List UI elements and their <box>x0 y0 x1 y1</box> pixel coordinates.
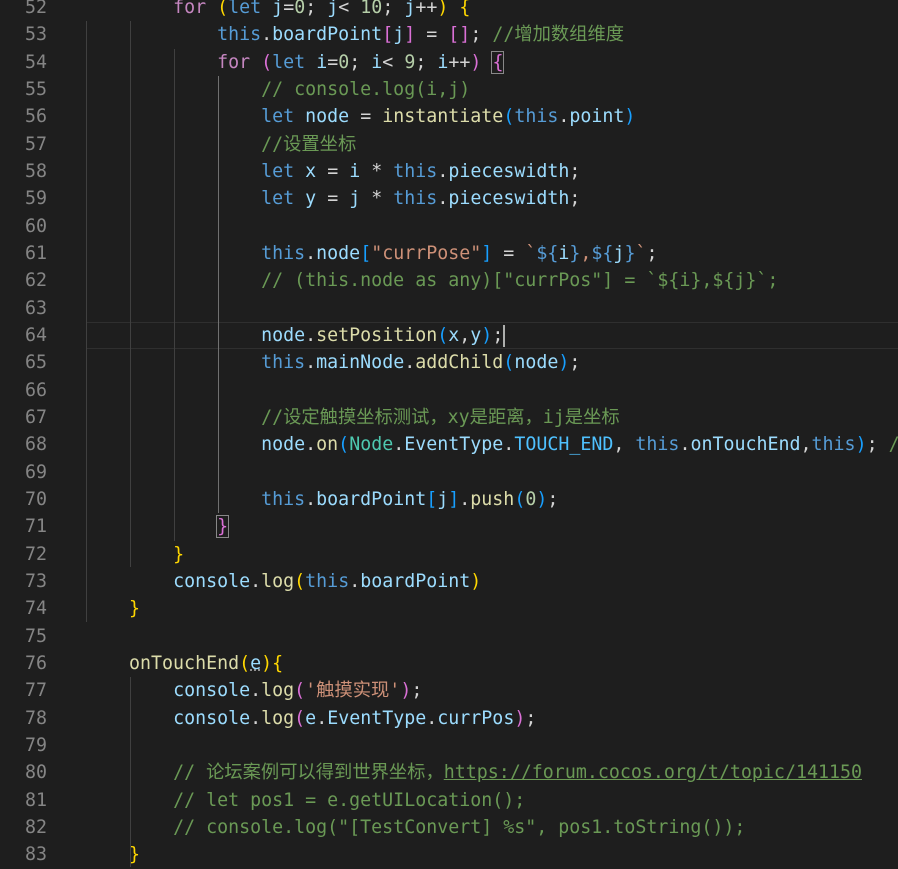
code-line[interactable]: 82 // console.log("[TestConvert] %s", po… <box>0 814 898 841</box>
code-line[interactable]: 75 <box>0 623 898 650</box>
code-line[interactable]: 55 // console.log(i,j) <box>0 76 898 103</box>
code-line[interactable]: 70 this.boardPoint[j].push(0); <box>0 486 898 513</box>
code-line[interactable]: 73 console.log(this.boardPoint) <box>0 568 898 595</box>
code-text[interactable]: console.log('触摸实现'); <box>85 677 422 704</box>
code-text[interactable]: let node = instantiate(this.point) <box>85 103 635 130</box>
code-text[interactable]: // console.log(i,j) <box>85 76 470 103</box>
line-number: 63 <box>24 297 47 319</box>
code-line[interactable]: 59 let y = j * this.pieceswidth; <box>0 185 898 212</box>
line-number: 73 <box>24 570 47 592</box>
code-line[interactable]: 79 <box>0 732 898 759</box>
code-line[interactable]: 61 this.node["currPose"] = `${i},${j}`; <box>0 240 898 267</box>
code-line[interactable]: 80 // 论坛案例可以得到世界坐标，https://forum.cocos.o… <box>0 759 898 786</box>
code-text[interactable]: this.mainNode.addChild(node); <box>85 349 580 376</box>
line-number: 68 <box>24 434 47 456</box>
line-number: 52 <box>24 0 47 18</box>
code-text[interactable]: } <box>85 841 140 868</box>
code-text[interactable]: node.on(Node.EventType.TOUCH_END, this.o… <box>85 431 898 458</box>
code-line[interactable]: 76 onTouchEnd(e){ <box>0 650 898 677</box>
code-text[interactable]: onTouchEnd(e){ <box>85 650 283 677</box>
code-line[interactable]: 62 // (this.node as any)["currPos"] = `$… <box>0 267 898 294</box>
matched-bracket: { <box>491 50 505 74</box>
code-line[interactable]: 58 let x = i * this.pieceswidth; <box>0 158 898 185</box>
code-line[interactable]: 53 this.boardPoint[j] = []; //增加数组维度 <box>0 21 898 48</box>
code-line[interactable]: 78 console.log(e.EventType.currPos); <box>0 705 898 732</box>
line-number: 69 <box>24 461 47 483</box>
code-line[interactable]: 65 this.mainNode.addChild(node); <box>0 349 898 376</box>
line-number: 64 <box>24 324 47 346</box>
code-text[interactable]: // (this.node as any)["currPos"] = `${i}… <box>85 267 778 294</box>
code-text[interactable]: this.boardPoint[j] = []; //增加数组维度 <box>85 21 624 48</box>
line-number: 82 <box>24 816 47 838</box>
code-text[interactable]: //设置坐标 <box>85 131 356 158</box>
line-number: 79 <box>24 734 47 756</box>
code-line[interactable]: 64 node.setPosition(x,y); <box>0 321 898 350</box>
code-text[interactable]: let x = i * this.pieceswidth; <box>85 158 580 185</box>
line-number: 71 <box>24 516 47 538</box>
line-number: 77 <box>24 680 47 702</box>
line-number: 70 <box>24 488 47 510</box>
code-line[interactable]: 66 <box>0 377 898 404</box>
code-text[interactable]: } <box>85 513 230 540</box>
code-text[interactable]: // let pos1 = e.getUILocation(); <box>85 787 525 814</box>
code-text[interactable]: // console.log("[TestConvert] %s", pos1.… <box>85 814 745 841</box>
text-cursor <box>503 324 506 347</box>
line-number: 76 <box>24 652 47 674</box>
line-number: 78 <box>24 707 47 729</box>
line-number: 61 <box>24 242 47 264</box>
param-hint: e <box>250 652 262 674</box>
code-text[interactable]: } <box>85 541 184 568</box>
code-text[interactable]: console.log(this.boardPoint) <box>85 568 481 595</box>
code-line[interactable]: 57 //设置坐标 <box>0 131 898 158</box>
line-number: 83 <box>24 844 47 866</box>
code-line[interactable]: 69 <box>0 459 898 486</box>
line-number: 81 <box>24 789 47 811</box>
code-text[interactable]: } <box>85 595 140 622</box>
code-line[interactable]: 71 } <box>0 513 898 540</box>
line-number: 58 <box>24 160 47 182</box>
line-number: 80 <box>24 762 47 784</box>
code-text[interactable]: for (let i=0; i< 9; i++) { <box>85 49 505 76</box>
line-number: 53 <box>24 24 47 46</box>
line-number: 65 <box>24 352 47 374</box>
code-text[interactable]: console.log(e.EventType.currPos); <box>85 705 536 732</box>
code-line[interactable]: 67 //设定触摸坐标测试，xy是距离，ij是坐标 <box>0 404 898 431</box>
code-line[interactable]: 52 for (let j=0; j< 10; j++) { <box>0 0 898 21</box>
line-number: 59 <box>24 188 47 210</box>
code-editor[interactable]: 52 for (let j=0; j< 10; j++) {53 this.bo… <box>0 0 898 869</box>
line-number: 54 <box>24 51 47 73</box>
line-number: 67 <box>24 406 47 428</box>
code-line[interactable]: 83 } <box>0 841 898 868</box>
line-number: 72 <box>24 543 47 565</box>
code-text[interactable]: this.node["currPose"] = `${i},${j}`; <box>85 240 657 267</box>
code-line[interactable]: 81 // let pos1 = e.getUILocation(); <box>0 787 898 814</box>
code-text[interactable]: // 论坛案例可以得到世界坐标，https://forum.cocos.org/… <box>85 759 862 786</box>
line-number: 66 <box>24 379 47 401</box>
line-number: 57 <box>24 133 47 155</box>
matched-bracket: } <box>216 515 230 539</box>
code-line[interactable]: 54 for (let i=0; i< 9; i++) { <box>0 49 898 76</box>
line-number: 56 <box>24 106 47 128</box>
code-text[interactable]: this.boardPoint[j].push(0); <box>85 486 558 513</box>
code-line[interactable]: 68 node.on(Node.EventType.TOUCH_END, thi… <box>0 431 898 458</box>
code-text[interactable]: for (let j=0; j< 10; j++) { <box>85 0 470 21</box>
line-number: 75 <box>24 625 47 647</box>
line-number: 55 <box>24 78 47 100</box>
line-number: 74 <box>24 598 47 620</box>
code-text[interactable]: let y = j * this.pieceswidth; <box>85 185 580 212</box>
code-line[interactable]: 74 } <box>0 595 898 622</box>
code-line[interactable]: 56 let node = instantiate(this.point) <box>0 103 898 130</box>
code-line[interactable]: 60 <box>0 213 898 240</box>
code-line[interactable]: 77 console.log('触摸实现'); <box>0 677 898 704</box>
code-line[interactable]: 72 } <box>0 541 898 568</box>
code-line[interactable]: 63 <box>0 295 898 322</box>
code-text[interactable]: node.setPosition(x,y); <box>85 322 506 349</box>
line-number: 60 <box>24 215 47 237</box>
code-text[interactable]: //设定触摸坐标测试，xy是距离，ij是坐标 <box>85 404 620 431</box>
line-number: 62 <box>24 270 47 292</box>
